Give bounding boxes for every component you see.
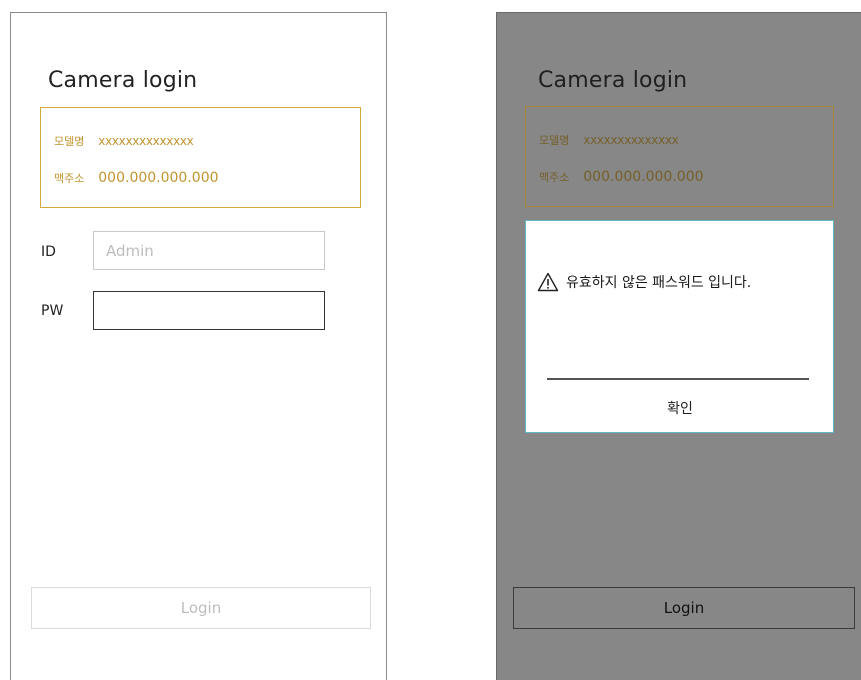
dialog-divider [547, 378, 809, 380]
model-value: xxxxxxxxxxxxxx [98, 134, 194, 148]
confirm-button[interactable]: 확인 [646, 398, 714, 420]
id-label: ID [41, 244, 56, 260]
pw-label: PW [41, 303, 64, 319]
model-label: 모델명 [54, 135, 85, 148]
page-title: Camera login [48, 68, 198, 93]
dialog-message: 유효하지 않은 패스워드 입니다. [566, 275, 752, 291]
model-value: xxxxxxxxxxxxxx [583, 133, 679, 147]
mac-value: 000.000.000.000 [98, 170, 219, 186]
login-screen-default: Camera login 모델명 xxxxxxxxxxxxxx 맥주소 000.… [10, 12, 387, 680]
mac-row: 맥주소 000.000.000.000 [539, 168, 704, 185]
model-row: 모델명 xxxxxxxxxxxxxx [539, 131, 679, 148]
login-button[interactable]: Login [513, 587, 855, 629]
page-title: Camera login [538, 68, 688, 93]
mac-label: 맥주소 [539, 171, 570, 184]
pw-input[interactable] [93, 291, 325, 330]
login-screen-error: Camera login 모델명 xxxxxxxxxxxxxx 맥주소 000.… [496, 12, 861, 680]
model-label: 모델명 [539, 134, 570, 147]
warning-icon [537, 272, 559, 292]
mac-label: 맥주소 [54, 172, 85, 185]
mac-row: 맥주소 000.000.000.000 [54, 169, 219, 186]
camera-info-box: 모델명 xxxxxxxxxxxxxx 맥주소 000.000.000.000 [525, 106, 834, 207]
camera-info-box: 모델명 xxxxxxxxxxxxxx 맥주소 000.000.000.000 [40, 107, 361, 208]
mac-value: 000.000.000.000 [583, 169, 704, 185]
dialog-message-row: 유효하지 않은 패스워드 입니다. [537, 272, 751, 292]
id-input[interactable] [93, 231, 325, 270]
error-dialog: 유효하지 않은 패스워드 입니다. 확인 [525, 220, 834, 433]
login-button[interactable]: Login [31, 587, 371, 629]
model-row: 모델명 xxxxxxxxxxxxxx [54, 132, 194, 149]
